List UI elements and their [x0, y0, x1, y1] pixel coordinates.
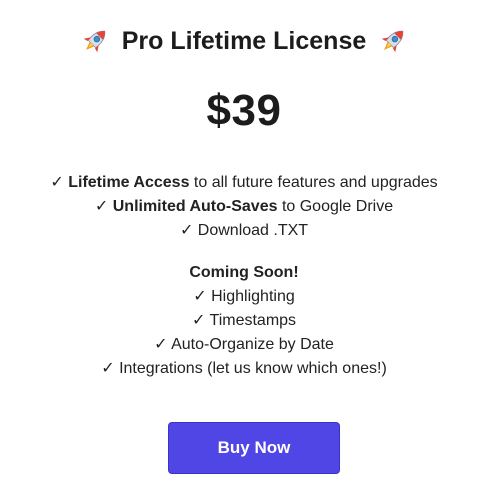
coming-soon-item: ✓ Timestamps — [0, 309, 488, 333]
feature-text: to Google Drive — [277, 198, 394, 215]
title-text: Pro Lifetime License — [121, 26, 367, 55]
coming-soon-item: ✓ Integrations (let us know which ones!) — [0, 357, 488, 381]
check-icon: ✓ — [193, 288, 207, 305]
check-icon: ✓ — [94, 198, 109, 215]
feature-item: ✓ Download .TXT — [0, 219, 488, 243]
rocket-icon — [83, 30, 106, 53]
coming-soon-text: Integrations (let us know which ones!) — [119, 360, 387, 377]
feature-item: ✓ Lifetime Access to all future features… — [0, 171, 488, 195]
check-icon: ✓ — [101, 360, 115, 377]
pricing-card: Pro Lifetime License $39 ✓ Lifetime Acce… — [0, 0, 488, 497]
coming-soon-text: Timestamps — [209, 312, 297, 329]
buy-now-button[interactable]: Buy Now — [168, 422, 340, 474]
rocket-icon — [381, 30, 404, 53]
feature-list: ✓ Lifetime Access to all future features… — [0, 171, 488, 381]
check-icon: ✓ — [50, 174, 64, 191]
feature-text: to all future features and upgrades — [189, 174, 438, 191]
feature-highlight: Unlimited Auto-Saves — [112, 198, 278, 215]
price: $39 — [206, 86, 282, 135]
coming-soon-text: Auto-Organize by Date — [171, 336, 334, 353]
coming-soon-text: Highlighting — [211, 288, 295, 305]
feature-highlight: Lifetime Access — [68, 174, 190, 191]
coming-soon-item: ✓ Auto-Organize by Date — [0, 333, 488, 357]
coming-soon-item: ✓ Highlighting — [0, 285, 488, 309]
feature-text: Download .TXT — [197, 222, 309, 239]
check-icon: ✓ — [154, 336, 168, 353]
check-icon: ✓ — [191, 312, 206, 329]
check-icon: ✓ — [179, 222, 194, 239]
card-title: Pro Lifetime License — [0, 20, 488, 62]
coming-soon-heading: Coming Soon! — [189, 264, 299, 281]
feature-item: ✓ Unlimited Auto-Saves to Google Drive — [0, 195, 488, 219]
